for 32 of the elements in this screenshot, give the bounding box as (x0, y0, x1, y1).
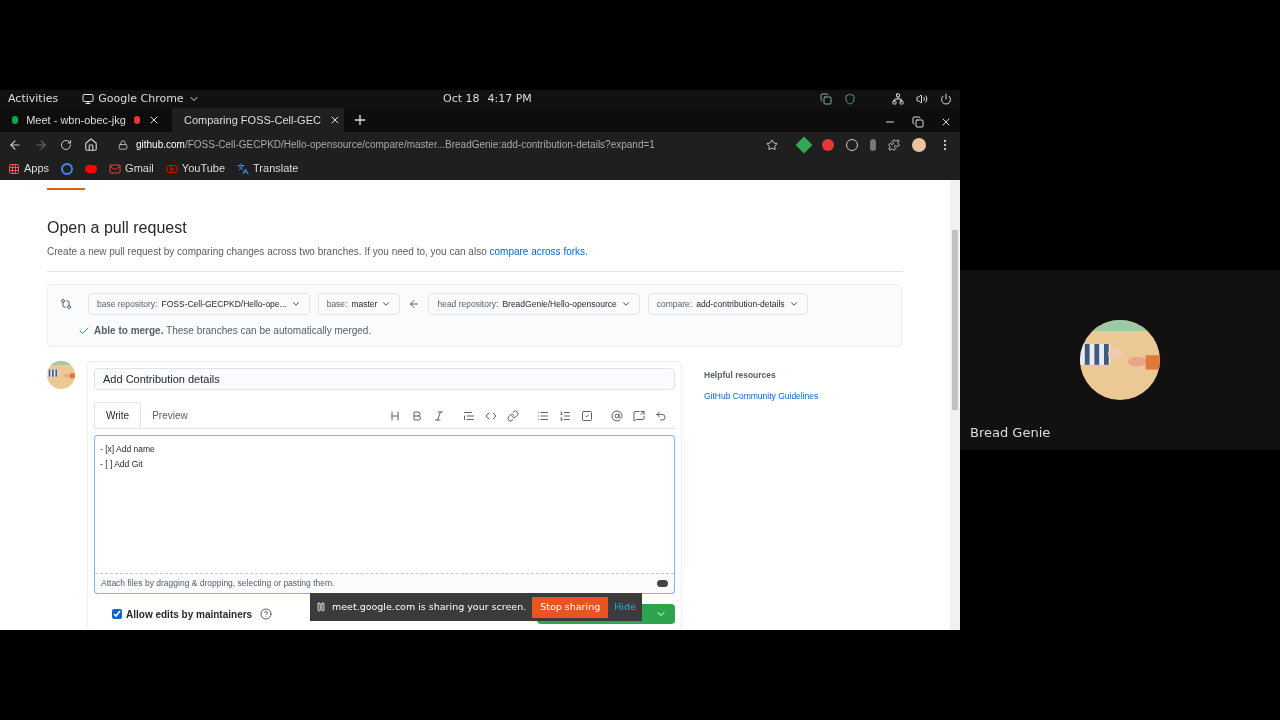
activities-button[interactable]: Activities (8, 90, 59, 108)
clock-date: Oct 18 (443, 90, 480, 107)
editor-tab[interactable]: Preview (141, 402, 199, 428)
participant-name: Bread Genie (970, 423, 1051, 442)
tab-title: Comparing FOSS-Cell-GEC (184, 112, 321, 128)
branch-selector[interactable]: head repository: BreadGenie/Hello-opensource (428, 293, 640, 315)
merge-status: Able to merge. These branches can be automatically merged. (94, 324, 372, 338)
clock-time: 4:17 PM (487, 90, 532, 107)
bookmark-item[interactable]: Translate (237, 160, 299, 177)
title-field[interactable]: Add Contribution details (94, 368, 675, 390)
attach-bar[interactable]: Attach files by dragging & dropping, selecting or pasting them. (94, 574, 675, 594)
page-title: Open a pull request (47, 218, 188, 238)
bookmark-item[interactable]: Gmail (109, 160, 154, 177)
stop-sharing-button[interactable]: Stop sharing (532, 596, 609, 618)
bookmark-item[interactable]: YouTube (165, 160, 226, 177)
sidebar-heading: Helpful resources (704, 369, 777, 382)
editor-tab[interactable]: Write (94, 402, 142, 428)
branch-selector[interactable]: base repository: FOSS-Cell-GECPKD/Hello-ope... (88, 293, 310, 315)
branch-selector[interactable]: base: master (317, 293, 401, 315)
attach-hint: Attach files by dragging & dropping, selecting or pasting them. (101, 577, 335, 590)
sharing-message: meet.google.com is sharing your screen. (332, 599, 527, 614)
tab-title: Meet - wbn-obec-jkg (26, 112, 126, 128)
hide-button[interactable]: Hide (614, 599, 636, 615)
comment-field[interactable]: - [x] Add name - [ ] Add Git (94, 435, 675, 573)
allow-edits-label: Allow edits by maintainers (126, 607, 253, 622)
guidelines-link[interactable]: GitHub Community Guidelines (704, 389, 819, 403)
browser-tab[interactable]: Comparing FOSS-Cell-GEC (172, 108, 344, 132)
page-description: Create a new pull request by comparing changes across two branches. If you need to, you can also compare across forks. (47, 245, 589, 259)
bookmark-item[interactable]: Apps (8, 160, 50, 177)
branch-selector[interactable]: compare: add-contribution-details (647, 293, 808, 315)
browser-tab[interactable]: Meet - wbn-obec-jkg (0, 108, 172, 132)
app-menu[interactable]: Google Chrome (82, 90, 200, 108)
